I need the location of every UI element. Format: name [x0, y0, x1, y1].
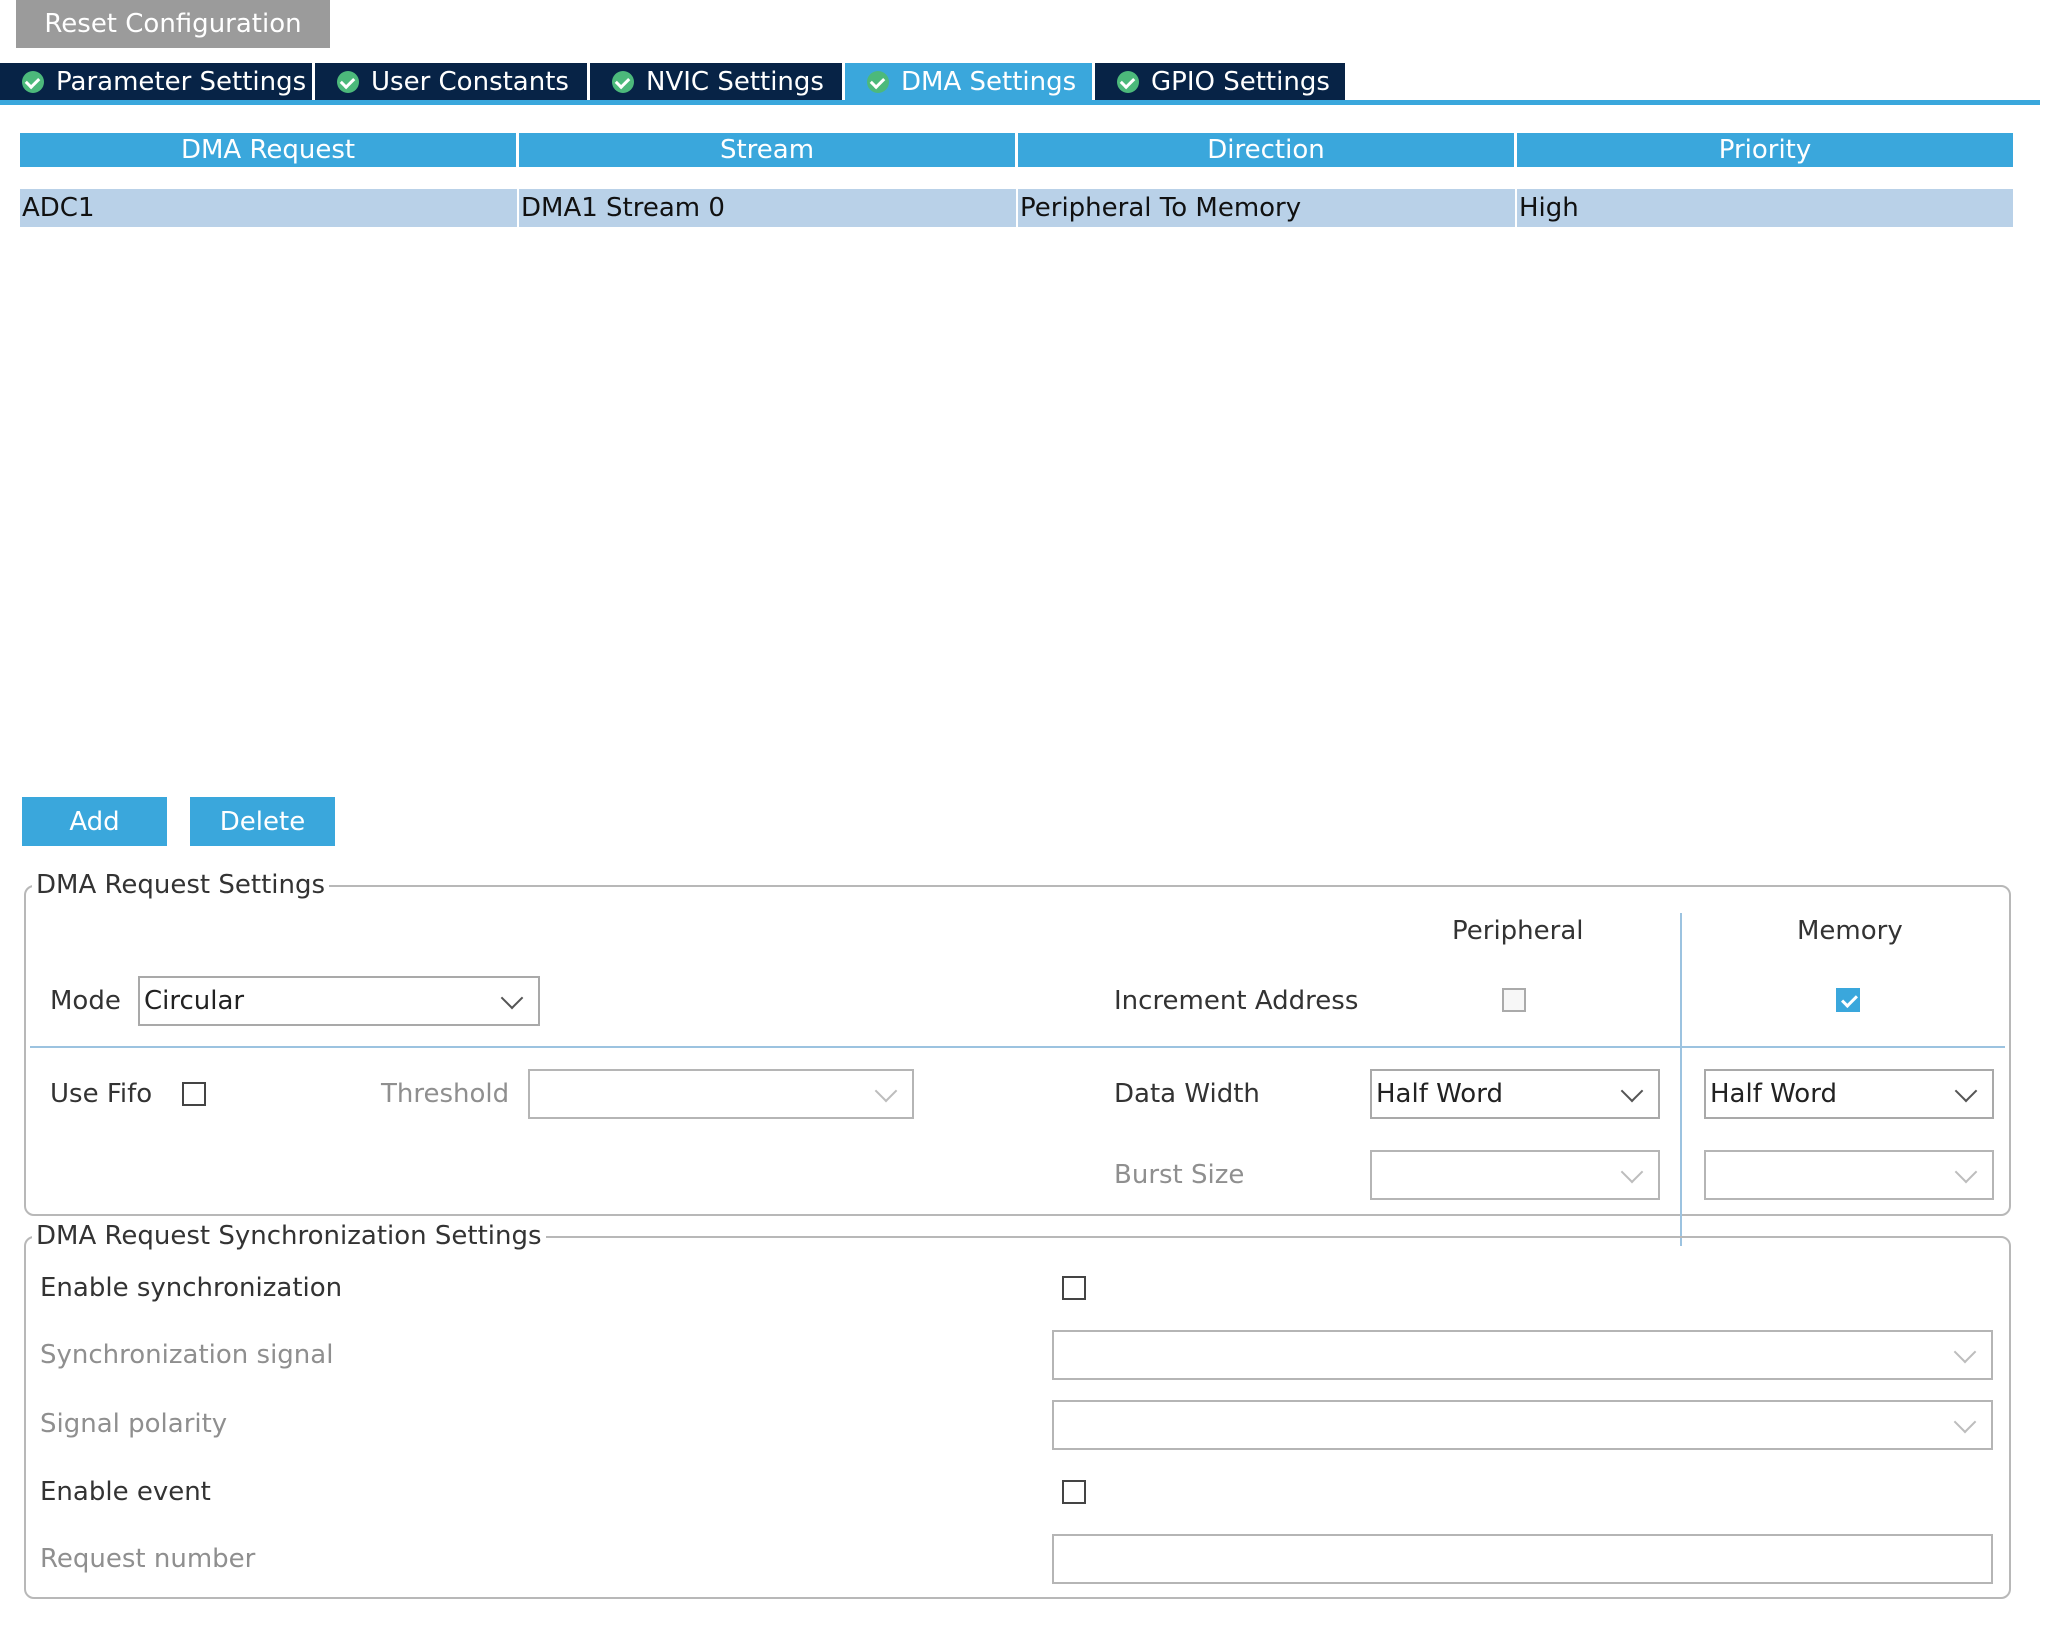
- threshold-select[interactable]: [528, 1069, 914, 1119]
- chevron-down-icon: [1953, 1410, 1977, 1434]
- increment-address-label: Increment Address: [1114, 986, 1359, 1016]
- chevron-down-icon: [1953, 1340, 1977, 1364]
- check-circle-icon: [22, 71, 44, 93]
- chevron-down-icon: [1954, 1079, 1978, 1103]
- sync-signal-label: Synchronization signal: [40, 1340, 334, 1370]
- tab-label: GPIO Settings: [1151, 67, 1330, 97]
- column-header-stream[interactable]: Stream: [519, 133, 1015, 167]
- column-header-priority[interactable]: Priority: [1517, 133, 2013, 167]
- signal-polarity-label: Signal polarity: [40, 1409, 228, 1439]
- chevron-down-icon: [874, 1079, 898, 1103]
- section-divider: [30, 1046, 2005, 1048]
- peripheral-burst-size-select[interactable]: [1370, 1150, 1660, 1200]
- peripheral-increment-checkbox[interactable]: [1502, 988, 1526, 1012]
- enable-event-label: Enable event: [40, 1477, 211, 1507]
- memory-data-width-select[interactable]: Half Word: [1704, 1069, 1994, 1119]
- mode-select[interactable]: Circular: [138, 976, 540, 1026]
- dma-sync-settings-title: DMA Request Synchronization Settings: [32, 1220, 546, 1252]
- request-number-input[interactable]: [1052, 1534, 1993, 1584]
- chevron-down-icon: [500, 986, 524, 1010]
- use-fifo-label: Use Fifo: [50, 1079, 153, 1109]
- data-width-label: Data Width: [1114, 1079, 1260, 1109]
- tab-nvic-settings[interactable]: NVIC Settings: [590, 63, 842, 101]
- tab-gpio-settings[interactable]: GPIO Settings: [1095, 63, 1345, 101]
- enable-sync-label: Enable synchronization: [40, 1273, 343, 1303]
- use-fifo-checkbox[interactable]: [182, 1082, 206, 1106]
- chevron-down-icon: [1620, 1079, 1644, 1103]
- cell-dma-request[interactable]: ADC1: [20, 189, 516, 227]
- mode-select-value: Circular: [144, 986, 245, 1016]
- cell-priority[interactable]: High: [1517, 189, 2013, 227]
- cell-direction[interactable]: Peripheral To Memory: [1018, 189, 1514, 227]
- peripheral-column-label: Peripheral: [1452, 916, 1584, 946]
- column-header-dma-request[interactable]: DMA Request: [20, 133, 516, 167]
- peripheral-data-width-value: Half Word: [1376, 1079, 1503, 1109]
- check-circle-icon: [337, 71, 359, 93]
- peripheral-memory-divider: [1680, 913, 1682, 1246]
- peripheral-data-width-select[interactable]: Half Word: [1370, 1069, 1660, 1119]
- add-button[interactable]: Add: [22, 797, 167, 846]
- sync-signal-select[interactable]: [1052, 1330, 1993, 1380]
- cell-stream[interactable]: DMA1 Stream 0: [519, 189, 1015, 227]
- tab-label: Parameter Settings: [56, 67, 307, 97]
- tab-label: User Constants: [371, 67, 569, 97]
- dma-request-settings-title: DMA Request Settings: [32, 869, 330, 901]
- mode-label: Mode: [50, 986, 121, 1016]
- check-circle-icon: [612, 71, 634, 93]
- delete-button[interactable]: Delete: [190, 797, 335, 846]
- memory-column-label: Memory: [1797, 916, 1903, 946]
- memory-increment-checkbox[interactable]: [1836, 988, 1860, 1012]
- signal-polarity-select[interactable]: [1052, 1400, 1993, 1450]
- chevron-down-icon: [1954, 1160, 1978, 1184]
- request-number-label: Request number: [40, 1544, 256, 1574]
- burst-size-label: Burst Size: [1114, 1160, 1245, 1190]
- memory-data-width-value: Half Word: [1710, 1079, 1837, 1109]
- check-circle-icon: [1117, 71, 1139, 93]
- tab-bar-underline: [0, 100, 2040, 105]
- tab-label: DMA Settings: [901, 67, 1077, 97]
- tab-user-constants[interactable]: User Constants: [315, 63, 587, 101]
- enable-sync-checkbox[interactable]: [1062, 1276, 1086, 1300]
- reset-configuration-button[interactable]: Reset Configuration: [16, 0, 330, 48]
- tab-parameter-settings[interactable]: Parameter Settings: [0, 63, 312, 101]
- tab-dma-settings[interactable]: DMA Settings: [845, 63, 1092, 101]
- column-header-direction[interactable]: Direction: [1018, 133, 1514, 167]
- chevron-down-icon: [1620, 1160, 1644, 1184]
- memory-burst-size-select[interactable]: [1704, 1150, 1994, 1200]
- tab-label: NVIC Settings: [646, 67, 824, 97]
- enable-event-checkbox[interactable]: [1062, 1480, 1086, 1504]
- threshold-label: Threshold: [381, 1079, 510, 1109]
- check-circle-icon: [867, 71, 889, 93]
